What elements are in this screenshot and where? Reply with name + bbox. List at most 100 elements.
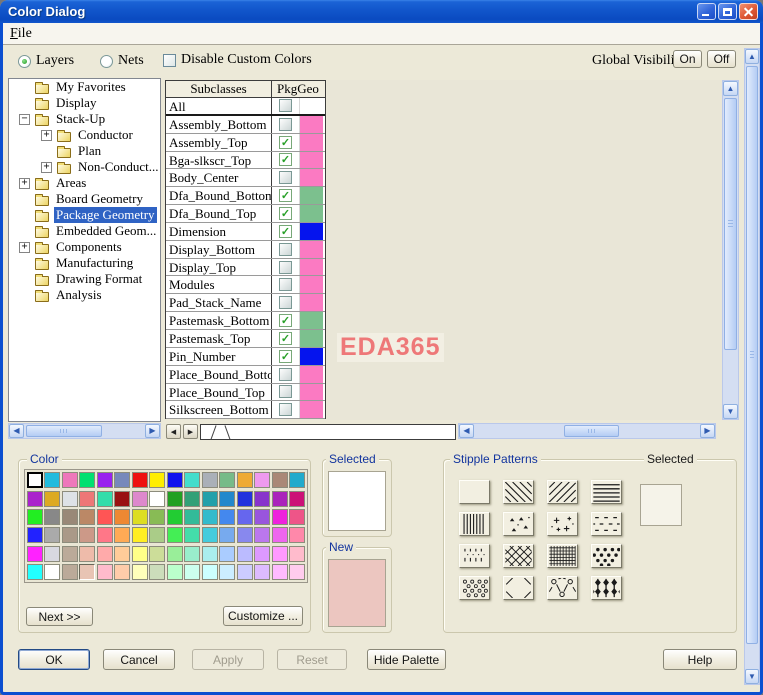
palette-color-swatch[interactable] (26, 564, 43, 581)
palette-color-swatch[interactable] (289, 564, 306, 581)
palette-color-swatch[interactable] (166, 508, 183, 525)
visibility-checkbox[interactable] (279, 171, 292, 185)
palette-color-swatch[interactable] (166, 527, 183, 544)
palette-color-swatch[interactable] (149, 472, 166, 489)
visibility-checkbox[interactable]: ✓ (279, 314, 292, 328)
subclass-color-swatch[interactable] (299, 347, 323, 365)
help-button[interactable]: Help (663, 649, 737, 670)
palette-color-swatch[interactable] (271, 527, 288, 544)
stipple-pattern-diagonal-down[interactable] (503, 480, 534, 504)
visibility-checkbox[interactable]: ✓ (279, 224, 292, 238)
maximize-button[interactable] (718, 3, 737, 20)
table-sheet-tab[interactable] (200, 424, 456, 440)
palette-color-swatch[interactable] (184, 490, 201, 507)
palette-color-swatch[interactable] (79, 564, 96, 581)
palette-color-swatch[interactable] (131, 508, 148, 525)
palette-color-swatch[interactable] (236, 527, 253, 544)
plus-expander-icon[interactable]: + (19, 241, 30, 253)
palette-color-swatch[interactable] (271, 564, 288, 581)
visibility-checkbox[interactable] (279, 117, 292, 131)
palette-color-swatch[interactable] (236, 508, 253, 525)
tree-item-embedded-geom-[interactable]: Embedded Geom... (9, 223, 160, 239)
palette-color-swatch[interactable] (254, 508, 271, 525)
stipple-pattern-vertical-lines[interactable] (459, 512, 490, 536)
visibility-checkbox[interactable] (279, 242, 292, 256)
nets-radio-group[interactable]: Nets (100, 53, 144, 69)
stipple-pattern-diagonal-up[interactable] (547, 480, 578, 504)
tree-item-plan[interactable]: Plan (9, 143, 160, 159)
palette-color-swatch[interactable] (79, 472, 96, 489)
tree-item-analysis[interactable]: Analysis (9, 287, 160, 303)
dialog-vertical-scrollbar[interactable]: ▲ ▼ (744, 48, 760, 685)
subclass-color-swatch[interactable] (299, 222, 323, 240)
palette-color-swatch[interactable] (219, 472, 236, 489)
palette-color-swatch[interactable] (289, 472, 306, 489)
stipple-pattern-dashes[interactable] (591, 512, 622, 536)
palette-color-swatch[interactable] (79, 508, 96, 525)
canvas-vertical-scrollbar[interactable]: ▲ ▼ (722, 80, 739, 420)
palette-color-swatch[interactable] (271, 472, 288, 489)
palette-color-swatch[interactable] (236, 472, 253, 489)
stipple-pattern-circle-x-lattice[interactable] (547, 576, 578, 600)
palette-color-swatch[interactable] (96, 472, 113, 489)
close-button[interactable] (739, 3, 758, 20)
palette-color-swatch[interactable] (131, 490, 148, 507)
subclass-color-swatch[interactable] (299, 365, 323, 383)
palette-color-swatch[interactable] (149, 545, 166, 562)
tree-item-display[interactable]: Display (9, 95, 160, 111)
canvas-horizontal-scrollbar[interactable]: ◀ ▶ (458, 423, 716, 439)
stipple-pattern-vertical-dashes[interactable] (459, 544, 490, 568)
palette-color-swatch[interactable] (96, 508, 113, 525)
palette-color-swatch[interactable] (96, 564, 113, 581)
title-bar[interactable]: Color Dialog (0, 0, 763, 23)
palette-color-swatch[interactable] (26, 545, 43, 562)
palette-color-swatch[interactable] (201, 508, 218, 525)
layers-radio[interactable] (18, 54, 31, 68)
palette-color-swatch[interactable] (166, 472, 183, 489)
layers-radio-group[interactable]: Layers (18, 53, 74, 69)
palette-color-swatch[interactable] (289, 545, 306, 562)
palette-color-swatch[interactable] (26, 527, 43, 544)
stipple-pattern-solid[interactable] (459, 480, 490, 504)
layer-tree[interactable]: My Favorites Display − Stack-Up + Conductor Pl… (8, 78, 161, 422)
palette-color-swatch[interactable] (219, 545, 236, 562)
menu-file[interactable]: File (3, 25, 39, 43)
global-off-button[interactable]: Off (707, 50, 736, 68)
visibility-checkbox[interactable] (279, 278, 292, 292)
hide-palette-button[interactable]: Hide Palette (367, 649, 446, 670)
palette-color-swatch[interactable] (184, 545, 201, 562)
plus-expander-icon[interactable]: + (41, 161, 52, 173)
palette-color-swatch[interactable] (254, 472, 271, 489)
palette-color-swatch[interactable] (149, 508, 166, 525)
disable-custom-colors-checkbox[interactable] (163, 53, 176, 67)
visibility-checkbox[interactable]: ✓ (279, 331, 292, 345)
subclass-color-swatch[interactable] (299, 169, 323, 187)
palette-color-swatch[interactable] (184, 527, 201, 544)
palette-color-swatch[interactable] (114, 545, 131, 562)
palette-color-swatch[interactable] (201, 472, 218, 489)
palette-color-swatch[interactable] (61, 490, 78, 507)
palette-color-swatch[interactable] (289, 527, 306, 544)
scroll-right-icon[interactable]: ▶ (145, 424, 160, 438)
palette-color-swatch[interactable] (254, 490, 271, 507)
palette-color-swatch[interactable] (114, 490, 131, 507)
subclass-color-swatch[interactable] (299, 312, 323, 329)
palette-color-swatch[interactable] (254, 545, 271, 562)
palette-color-swatch[interactable] (271, 490, 288, 507)
tree-item-non-conduct-[interactable]: + Non-Conduct... (9, 159, 160, 175)
visibility-checkbox[interactable] (279, 403, 292, 417)
scroll-down-icon[interactable]: ▼ (745, 669, 759, 684)
palette-color-swatch[interactable] (61, 472, 78, 489)
palette-color-swatch[interactable] (26, 472, 43, 489)
stipple-pattern-diamonds-filled[interactable] (591, 576, 622, 600)
palette-color-swatch[interactable] (44, 545, 61, 562)
palette-color-swatch[interactable] (201, 564, 218, 581)
palette-color-swatch[interactable] (219, 508, 236, 525)
subclass-color-swatch[interactable] (299, 151, 323, 169)
subclass-color-swatch[interactable] (299, 205, 323, 222)
palette-color-swatch[interactable] (201, 545, 218, 562)
palette-color-swatch[interactable] (44, 564, 61, 581)
palette-color-swatch[interactable] (254, 564, 271, 581)
subclass-color-swatch[interactable] (299, 115, 323, 133)
table-tab-right-icon[interactable]: ▶ (183, 424, 198, 439)
